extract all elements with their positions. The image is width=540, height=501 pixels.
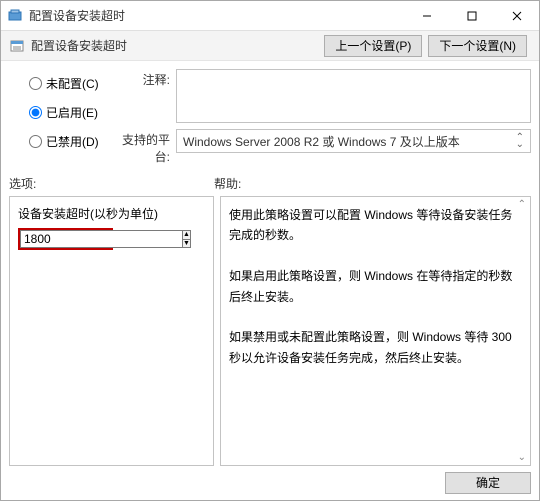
prev-setting-button[interactable]: 上一个设置(P) — [324, 35, 422, 57]
platform-label: 支持的平台: — [110, 129, 170, 165]
timeout-label: 设备安装超时(以秒为单位) — [18, 205, 205, 222]
scroll-up-icon[interactable]: ⌃ — [518, 199, 526, 210]
state-radio-group: 未配置(C) 已启用(E) 已禁用(D) — [9, 69, 104, 165]
comment-textarea[interactable] — [176, 69, 531, 123]
lower-panels: 设备安装超时(以秒为单位) ▲ ▼ ⌃ 使用此策略设置可以配置 Windows … — [1, 196, 539, 472]
minimize-button[interactable] — [404, 1, 449, 30]
spinner-down-button[interactable]: ▼ — [183, 240, 190, 248]
radio-not-configured-label: 未配置(C) — [46, 75, 99, 92]
policy-title: 配置设备安装超时 — [31, 37, 324, 54]
radio-enabled[interactable]: 已启用(E) — [29, 104, 104, 121]
maximize-button[interactable] — [449, 1, 494, 30]
radio-enabled-input[interactable] — [29, 106, 42, 119]
help-heading: 帮助: — [214, 175, 531, 192]
close-button[interactable] — [494, 1, 539, 30]
timeout-input-highlight: ▲ ▼ — [18, 228, 113, 250]
supported-platform-box: Windows Server 2008 R2 或 Windows 7 及以上版本… — [176, 129, 531, 153]
window-title: 配置设备安装超时 — [29, 7, 404, 24]
config-right-col: 注释: 支持的平台: Windows Server 2008 R2 或 Wind… — [110, 69, 531, 165]
radio-not-configured[interactable]: 未配置(C) — [29, 75, 104, 92]
caret-down-icon[interactable]: ⌄ — [516, 141, 524, 148]
app-icon — [7, 8, 23, 24]
section-labels: 选项: 帮助: — [1, 165, 539, 196]
title-bar: 配置设备安装超时 — [1, 1, 539, 31]
radio-not-configured-input[interactable] — [29, 77, 42, 90]
spinner-up-button[interactable]: ▲ — [183, 231, 190, 240]
timeout-spinner: ▲ ▼ — [182, 230, 191, 248]
dialog-footer: 确定 — [445, 472, 531, 494]
radio-disabled[interactable]: 已禁用(D) — [29, 133, 104, 150]
next-setting-button[interactable]: 下一个设置(N) — [428, 35, 527, 57]
radio-enabled-label: 已启用(E) — [46, 104, 98, 121]
dialog-window: 配置设备安装超时 配置设备安装超时 上一个设置(P) 下一个设置(N) 未配置(… — [0, 0, 540, 501]
supported-platform-text: Windows Server 2008 R2 或 Windows 7 及以上版本 — [183, 133, 460, 150]
help-text: 使用此策略设置可以配置 Windows 等待设备安装任务完成的秒数。 如果启用此… — [229, 205, 522, 368]
timeout-input[interactable] — [20, 230, 182, 248]
radio-disabled-input[interactable] — [29, 135, 42, 148]
radio-disabled-label: 已禁用(D) — [46, 133, 99, 150]
ok-button[interactable]: 确定 — [445, 472, 531, 494]
options-panel: 设备安装超时(以秒为单位) ▲ ▼ — [9, 196, 214, 466]
config-upper-area: 未配置(C) 已启用(E) 已禁用(D) 注释: 支持的平台: Windows … — [1, 61, 539, 165]
comment-label: 注释: — [110, 69, 170, 88]
window-controls — [404, 1, 539, 30]
policy-header: 配置设备安装超时 上一个设置(P) 下一个设置(N) — [1, 31, 539, 61]
scroll-down-icon[interactable]: ⌄ — [518, 452, 526, 463]
options-heading: 选项: — [9, 175, 214, 192]
help-panel: ⌃ 使用此策略设置可以配置 Windows 等待设备安装任务完成的秒数。 如果启… — [220, 196, 531, 466]
policy-icon — [9, 38, 25, 54]
